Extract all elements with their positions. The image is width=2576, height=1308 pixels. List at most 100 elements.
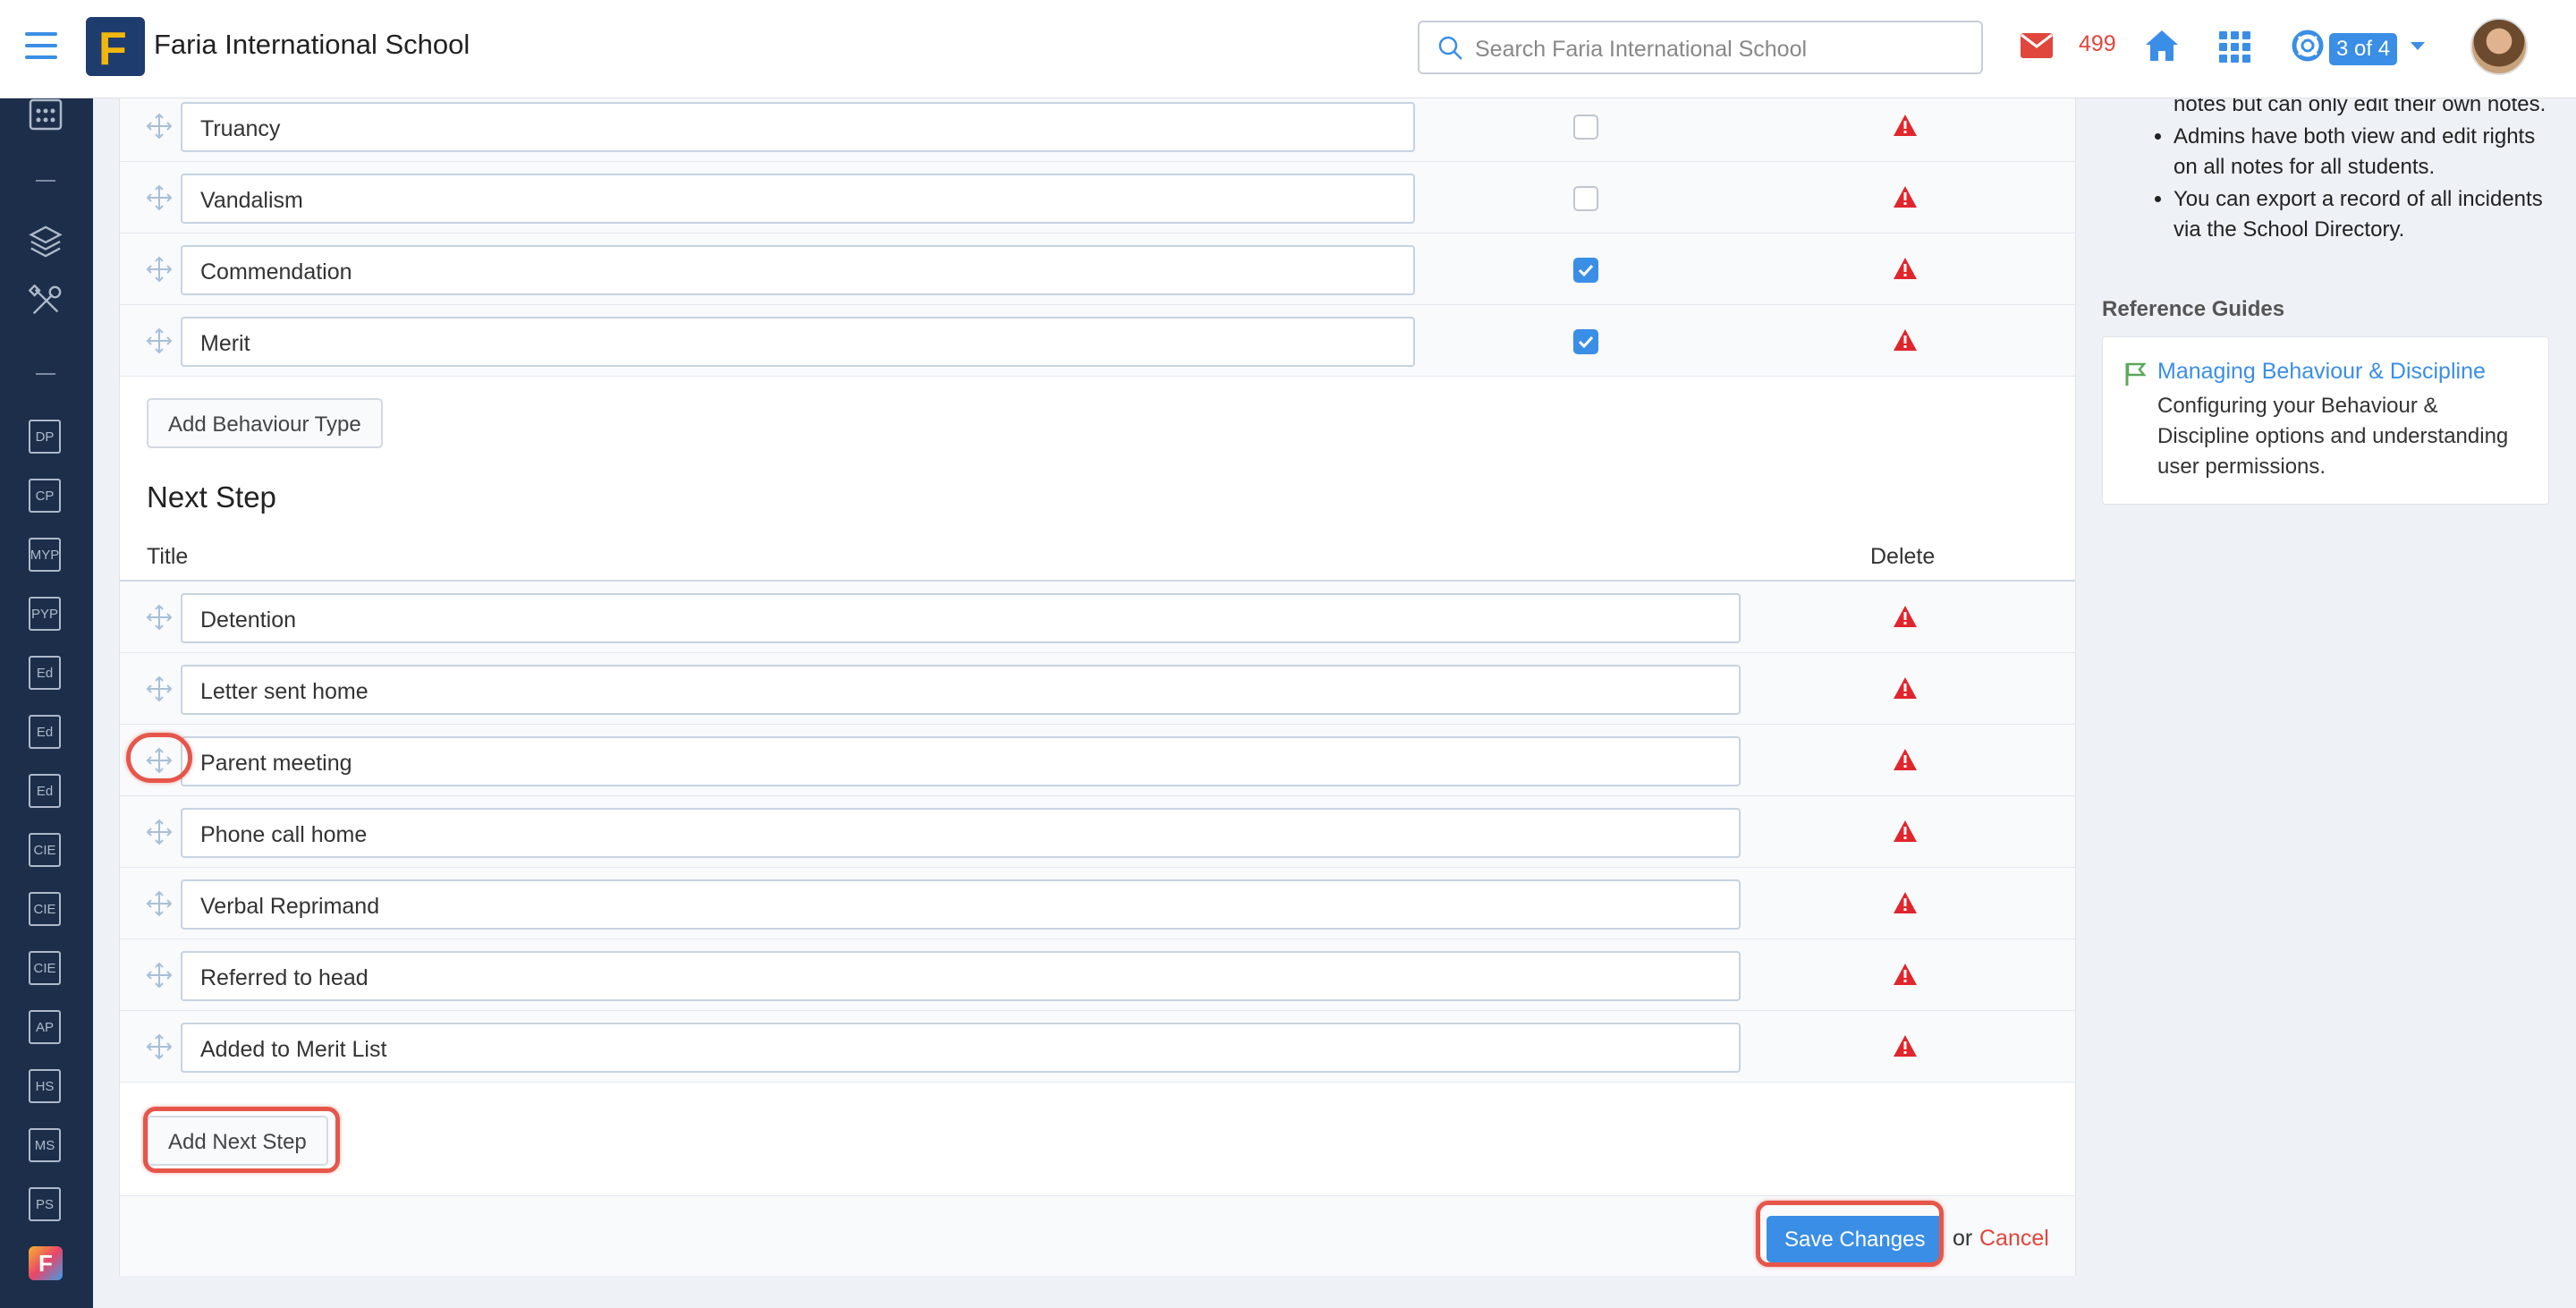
table-row: Vandalism: [120, 162, 2075, 234]
school-logo[interactable]: F: [86, 17, 145, 76]
behaviour-checkbox[interactable]: [1573, 258, 1598, 283]
warning-delete-icon[interactable]: [1893, 185, 1918, 208]
faria-app-icon[interactable]: F: [29, 1246, 63, 1280]
behaviour-type-field[interactable]: Vandalism: [181, 174, 1415, 224]
table-row: Parent meeting: [120, 725, 2075, 796]
search-icon: [1438, 36, 1462, 60]
sidebar-item-ms[interactable]: MS: [29, 1128, 61, 1162]
table-row: Added to Merit List: [120, 1011, 2075, 1083]
sidebar-item-cie[interactable]: CIE: [29, 951, 61, 985]
drag-handle-icon[interactable]: [145, 183, 174, 212]
top-bar: F Faria International School Search Fari…: [0, 0, 2576, 98]
table-row: Commendation: [120, 234, 2075, 305]
flag-icon: [2125, 362, 2147, 386]
next-step-field[interactable]: Parent meeting: [181, 736, 1741, 786]
drag-handle-icon[interactable]: [145, 746, 174, 775]
behaviour-checkbox[interactable]: [1573, 115, 1598, 140]
pager-badge[interactable]: 3 of 4: [2329, 33, 2398, 65]
table-row: Phone call home: [120, 796, 2075, 868]
drag-handle-icon[interactable]: [145, 112, 174, 140]
warning-delete-icon[interactable]: [1893, 114, 1918, 137]
table-row: Truancy: [120, 90, 2075, 162]
sidebar-item-ed[interactable]: Ed: [29, 656, 61, 690]
mail-icon[interactable]: [2020, 32, 2054, 59]
drag-handle-icon[interactable]: [145, 818, 174, 846]
behaviour-type-field[interactable]: Commendation: [181, 245, 1415, 295]
add-behaviour-type-button[interactable]: Add Behaviour Type: [147, 398, 383, 448]
warning-delete-icon[interactable]: [1893, 748, 1918, 771]
chevron-down-icon[interactable]: [2411, 42, 2425, 50]
sidebar-divider: [36, 373, 55, 375]
layers-icon[interactable]: [29, 225, 63, 259]
next-step-field[interactable]: Detention: [181, 593, 1741, 643]
guide-link[interactable]: Managing Behaviour & Discipline: [2157, 359, 2486, 385]
next-step-field[interactable]: Referred to head: [181, 951, 1741, 1001]
help-lifebuoy-icon[interactable]: [2292, 30, 2324, 62]
calendar-icon[interactable]: [29, 98, 63, 132]
next-step-field[interactable]: Phone call home: [181, 808, 1741, 858]
drag-handle-icon[interactable]: [145, 961, 174, 989]
behaviour-type-field[interactable]: Truancy: [181, 102, 1415, 152]
table-row: Verbal Reprimand: [120, 868, 2075, 939]
table-row: Detention: [120, 582, 2075, 653]
sidebar-item-cie[interactable]: CIE: [29, 892, 61, 926]
sidebar-item-ed[interactable]: Ed: [29, 774, 61, 808]
warning-delete-icon[interactable]: [1893, 891, 1918, 914]
sidebar-item-ed[interactable]: Ed: [29, 715, 61, 749]
warning-delete-icon[interactable]: [1893, 1034, 1918, 1057]
next-step-field[interactable]: Letter sent home: [181, 665, 1741, 715]
table-row: Letter sent home: [120, 653, 2075, 725]
warning-delete-icon[interactable]: [1893, 605, 1918, 628]
warning-delete-icon[interactable]: [1893, 328, 1918, 352]
section-title: Next Step: [147, 480, 276, 514]
drag-handle-icon[interactable]: [145, 889, 174, 918]
checkmark-icon: [1578, 264, 1594, 277]
column-header-title: Title: [147, 544, 189, 569]
tools-icon[interactable]: [29, 285, 63, 319]
or-text: or: [1953, 1226, 1973, 1251]
next-step-field[interactable]: Added to Merit List: [181, 1023, 1741, 1073]
sidebar-item-cie[interactable]: CIE: [29, 833, 61, 867]
sidebar-item-dp[interactable]: DP: [29, 420, 61, 454]
menu-icon[interactable]: [25, 32, 57, 61]
apps-grid-icon[interactable]: [2218, 30, 2252, 64]
drag-handle-icon[interactable]: [145, 675, 174, 703]
mail-count[interactable]: 499: [2079, 31, 2116, 57]
sidebar-item-ps[interactable]: PS: [29, 1187, 61, 1221]
drag-handle-icon[interactable]: [145, 603, 174, 632]
warning-delete-icon[interactable]: [1893, 820, 1918, 843]
behaviour-type-field[interactable]: Merit: [181, 317, 1415, 367]
sidebar-item-hs[interactable]: HS: [29, 1069, 61, 1103]
help-note: Admins have both view and edit rights on…: [2174, 122, 2551, 183]
drag-handle-icon[interactable]: [145, 1032, 174, 1061]
warning-delete-icon[interactable]: [1893, 676, 1918, 700]
settings-card: Truancy Vandalism Commendation Merit Add…: [119, 90, 2076, 1276]
next-step-field[interactable]: Verbal Reprimand: [181, 879, 1741, 930]
behaviour-checkbox[interactable]: [1573, 186, 1598, 211]
drag-handle-icon[interactable]: [145, 255, 174, 284]
school-name[interactable]: Faria International School: [154, 29, 470, 61]
warning-delete-icon[interactable]: [1893, 257, 1918, 280]
search-input[interactable]: Search Faria International School: [1418, 21, 1983, 74]
drag-handle-icon[interactable]: [145, 327, 174, 355]
home-icon[interactable]: [2144, 29, 2180, 63]
sidebar-item-myp[interactable]: MYP: [29, 538, 61, 572]
form-footer: Save Changes or Cancel: [120, 1195, 2075, 1276]
sidebar-item-pyp[interactable]: PYP: [29, 597, 61, 631]
avatar[interactable]: [2470, 18, 2528, 75]
warning-delete-icon[interactable]: [1893, 963, 1918, 986]
help-notes: notes but can only edit their own notes.…: [2100, 92, 2551, 247]
reference-guides-heading: Reference Guides: [2102, 297, 2285, 321]
add-next-step-button[interactable]: Add Next Step: [147, 1116, 328, 1166]
sidebar-divider: [36, 180, 55, 182]
sidebar-item-ap[interactable]: AP: [29, 1010, 61, 1044]
cancel-link[interactable]: Cancel: [1979, 1226, 2049, 1252]
behaviour-checkbox[interactable]: [1573, 329, 1598, 354]
column-header-delete: Delete: [1870, 544, 1936, 569]
table-row: Referred to head: [120, 939, 2075, 1011]
save-changes-button[interactable]: Save Changes: [1767, 1216, 1944, 1262]
table-row: Merit: [120, 305, 2075, 377]
sidebar-item-cp[interactable]: CP: [29, 479, 61, 513]
reference-guide-card: Managing Behaviour & Discipline Configur…: [2102, 336, 2549, 505]
checkmark-icon: [1578, 335, 1594, 349]
